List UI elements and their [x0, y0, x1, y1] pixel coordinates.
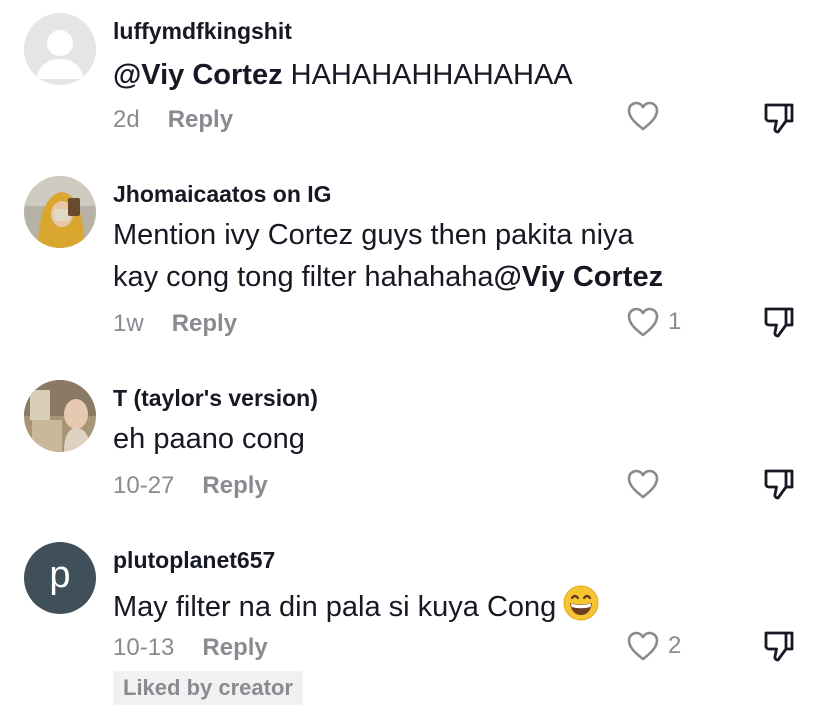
comment-meta: 2d Reply: [113, 106, 233, 134]
thumbs-down-icon: [764, 631, 794, 662]
avatar-letter: p: [49, 554, 71, 596]
comment-text-content: May filter na din pala si kuya Cong: [113, 591, 557, 623]
like-count: 2: [668, 632, 682, 659]
comment-text: Mention ivy Cortez guys then pakita niya…: [113, 214, 733, 298]
user-photo-avatar: [24, 380, 96, 452]
like-button[interactable]: 1: [626, 306, 681, 338]
reply-button[interactable]: Reply: [202, 634, 267, 661]
default-avatar-icon: [24, 13, 96, 85]
avatar[interactable]: [24, 380, 96, 452]
thumbs-down-icon: [764, 307, 794, 338]
thumbs-down-icon: [764, 469, 794, 500]
comment-time: 2d: [113, 106, 140, 133]
comment-meta: 10-13 Reply: [113, 634, 268, 662]
like-button[interactable]: 2: [626, 630, 681, 662]
comment-mention[interactable]: @Viy Cortez: [494, 261, 664, 293]
comment-text-line: kay cong tong filter hahahaha@Viy Cortez: [113, 256, 733, 298]
dislike-button[interactable]: [762, 101, 796, 140]
comment-text-line: Mention ivy Cortez guys then pakita niya: [113, 219, 634, 251]
reply-button[interactable]: Reply: [168, 106, 233, 133]
comment-time: 1w: [113, 310, 144, 337]
comment-text: @Viy Cortez HAHAHAHHAHAHAA: [113, 54, 733, 96]
comment-username[interactable]: T (taylor's version): [113, 385, 318, 412]
dislike-button[interactable]: [762, 629, 796, 668]
comment-text-content: HAHAHAHHAHAHAA: [282, 59, 573, 91]
heart-icon: [627, 101, 659, 131]
comment-text-content: kay cong tong filter hahahaha: [113, 261, 494, 293]
comment-username[interactable]: Jhomaicaatos on IG: [113, 181, 332, 208]
reply-button[interactable]: Reply: [202, 472, 267, 499]
dislike-button[interactable]: [762, 467, 796, 506]
dislike-button[interactable]: [762, 305, 796, 344]
thumbs-down-icon: [764, 103, 794, 134]
comment-mention[interactable]: @Viy Cortez: [113, 59, 283, 91]
comment-username[interactable]: plutoplanet657: [113, 547, 275, 574]
reply-button[interactable]: Reply: [172, 310, 237, 337]
avatar[interactable]: p: [24, 542, 96, 614]
grinning-face-emoji-icon: [563, 585, 599, 621]
like-button[interactable]: [626, 468, 660, 500]
like-count: 1: [668, 308, 682, 335]
comment-username[interactable]: luffymdfkingshit: [113, 18, 292, 45]
heart-icon: [627, 631, 659, 661]
like-button[interactable]: [626, 100, 660, 132]
comment-time: 10-27: [113, 472, 175, 499]
heart-icon: [627, 469, 659, 499]
avatar[interactable]: [24, 13, 96, 85]
comment-text: eh paano cong: [113, 423, 305, 455]
comment-time: 10-13: [113, 634, 175, 661]
heart-icon: [627, 307, 659, 337]
comment-meta: 1w Reply: [113, 310, 237, 338]
liked-by-creator-badge: Liked by creator: [113, 671, 303, 705]
user-photo-avatar: [24, 176, 96, 248]
avatar[interactable]: [24, 176, 96, 248]
comment-text: May filter na din pala si kuya Cong: [113, 584, 733, 628]
comment-meta: 10-27 Reply: [113, 472, 268, 500]
